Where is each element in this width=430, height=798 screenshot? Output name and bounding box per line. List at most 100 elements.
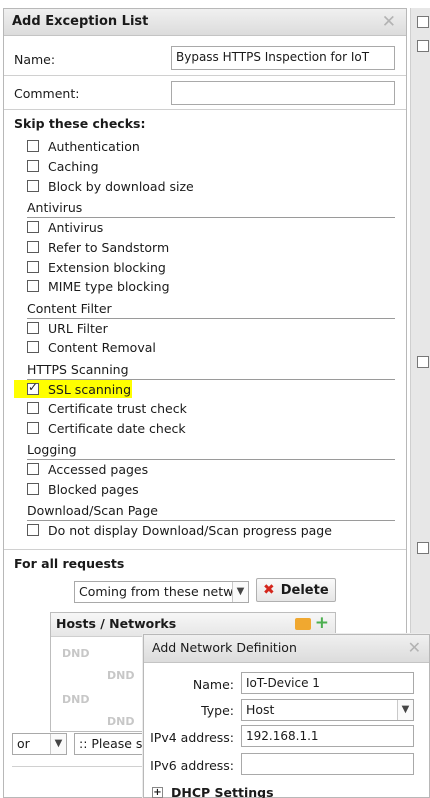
check-caching[interactable]: Caching	[27, 157, 99, 175]
check-accessed-pages[interactable]: Accessed pages	[27, 460, 148, 478]
source-select[interactable]: Coming from these networ ▼	[74, 581, 249, 603]
check-content-removal[interactable]: Content Removal	[27, 338, 156, 356]
checkbox[interactable]	[27, 341, 39, 353]
checkbox[interactable]	[27, 280, 39, 292]
check-label: Blocked pages	[48, 481, 139, 497]
check-label: Refer to Sandstorm	[48, 239, 170, 255]
dnd-placeholder: DND	[107, 669, 135, 682]
checkbox[interactable]	[27, 180, 39, 192]
hosts-header-label: Hosts / Networks	[56, 616, 177, 631]
dialog-title: Add Exception List	[12, 14, 149, 29]
please-select-value: :: Please se	[79, 736, 151, 751]
delete-button[interactable]: ✖ Delete	[256, 578, 336, 602]
dhcp-settings-toggle[interactable]: + DHCP Settings	[152, 785, 274, 798]
screen: Add Exception List ✕ Name: Bypass HTTPS …	[0, 0, 430, 798]
group-header-https-scanning: HTTPS Scanning	[27, 362, 395, 380]
delete-icon: ✖	[263, 582, 275, 598]
checkbox[interactable]	[27, 261, 39, 273]
net-type-value: Host	[246, 702, 275, 717]
for-all-requests-title: For all requests	[14, 556, 125, 571]
check-block-by-download-size[interactable]: Block by download size	[27, 177, 194, 195]
background-checkbox[interactable]	[417, 16, 429, 28]
divider	[4, 549, 406, 550]
checkbox[interactable]	[27, 463, 39, 475]
check-mime-type-blocking[interactable]: MIME type blocking	[27, 277, 170, 295]
dnd-placeholder: DND	[62, 647, 90, 660]
checkbox[interactable]	[27, 140, 39, 152]
check-blocked-pages[interactable]: Blocked pages	[27, 480, 139, 498]
net-dialog-title-bar: Add Network Definition ✕	[144, 635, 429, 663]
check-ssl-scanning[interactable]: SSL scanning	[14, 380, 132, 398]
group-header-logging: Logging	[27, 442, 395, 460]
checkbox[interactable]	[27, 422, 39, 434]
checkbox[interactable]	[27, 160, 39, 172]
check-label: MIME type blocking	[48, 278, 170, 294]
ipv4-input[interactable]: 192.168.1.1	[241, 725, 414, 747]
net-name-input[interactable]: IoT-Device 1	[241, 672, 414, 694]
check-label: Extension blocking	[48, 259, 166, 275]
or-select[interactable]: or ▼	[12, 733, 67, 755]
name-input[interactable]: Bypass HTTPS Inspection for IoT	[171, 46, 395, 70]
close-icon[interactable]: ✕	[408, 638, 421, 657]
check-label: Block by download size	[48, 178, 194, 194]
dhcp-label: DHCP Settings	[171, 785, 274, 798]
comment-label: Comment:	[14, 86, 80, 101]
check-url-filter[interactable]: URL Filter	[27, 319, 108, 337]
background-checkbox[interactable]	[417, 356, 429, 368]
chevron-down-icon: ▼	[232, 582, 248, 602]
group-header-antivirus: Antivirus	[27, 200, 395, 218]
check-antivirus[interactable]: Antivirus	[27, 218, 103, 236]
checkbox[interactable]	[27, 402, 39, 414]
ipv6-label: IPv6 address:	[150, 758, 234, 773]
dnd-placeholder: DND	[62, 693, 90, 706]
check-label: Do not display Download/Scan progress pa…	[48, 522, 332, 538]
check-refer-to-sandstorm[interactable]: Refer to Sandstorm	[27, 238, 169, 256]
divider	[12, 766, 142, 767]
dnd-placeholder: DND	[107, 715, 135, 728]
delete-label: Delete	[280, 582, 329, 598]
check-label: Antivirus	[48, 219, 104, 235]
check-extension-blocking[interactable]: Extension blocking	[27, 258, 166, 276]
expand-icon[interactable]: +	[152, 787, 163, 798]
check-authentication[interactable]: Authentication	[27, 137, 140, 155]
net-type-label: Type:	[201, 703, 234, 718]
checkbox[interactable]	[27, 322, 39, 334]
chevron-down-icon: ▼	[397, 700, 413, 720]
check-no-download-progress[interactable]: Do not display Download/Scan progress pa…	[27, 521, 332, 539]
check-label: Content Removal	[48, 339, 156, 355]
check-label: Caching	[48, 158, 99, 174]
or-select-value: or	[17, 736, 30, 751]
check-certificate-date[interactable]: Certificate date check	[27, 419, 186, 437]
chevron-down-icon: ▼	[50, 734, 66, 754]
divider	[4, 75, 406, 76]
background-checkbox[interactable]	[417, 542, 429, 554]
checkbox-checked[interactable]	[27, 380, 39, 395]
divider	[4, 109, 406, 110]
checkbox[interactable]	[27, 221, 39, 233]
checkbox[interactable]	[27, 524, 39, 536]
checkbox[interactable]	[27, 483, 39, 495]
source-select-value: Coming from these networ	[79, 584, 247, 599]
check-label: URL Filter	[48, 320, 108, 336]
check-label: SSL scanning	[48, 381, 132, 397]
check-certificate-trust[interactable]: Certificate trust check	[27, 399, 187, 417]
ipv6-input[interactable]	[241, 753, 414, 775]
check-label: Authentication	[48, 138, 140, 154]
background-checkbox[interactable]	[417, 40, 429, 52]
check-label: Certificate date check	[48, 420, 186, 436]
check-label: Certificate trust check	[48, 400, 187, 416]
group-header-content-filter: Content Filter	[27, 301, 395, 319]
dialog-title-bar: Add Exception List ✕	[4, 9, 406, 36]
net-type-select[interactable]: Host ▼	[241, 699, 414, 721]
close-icon[interactable]: ✕	[382, 12, 396, 32]
comment-input[interactable]	[171, 81, 395, 105]
add-network-definition-dialog: Add Network Definition ✕ Name: IoT-Devic…	[143, 634, 430, 798]
checkbox[interactable]	[27, 241, 39, 253]
name-label: Name:	[14, 52, 56, 67]
add-icon[interactable]: +	[315, 613, 329, 633]
skip-checks-title: Skip these checks:	[14, 116, 146, 131]
net-dialog-title: Add Network Definition	[152, 640, 297, 655]
group-header-download-scan: Download/Scan Page	[27, 503, 395, 521]
folder-icon[interactable]	[295, 618, 311, 630]
net-name-label: Name:	[192, 677, 234, 692]
